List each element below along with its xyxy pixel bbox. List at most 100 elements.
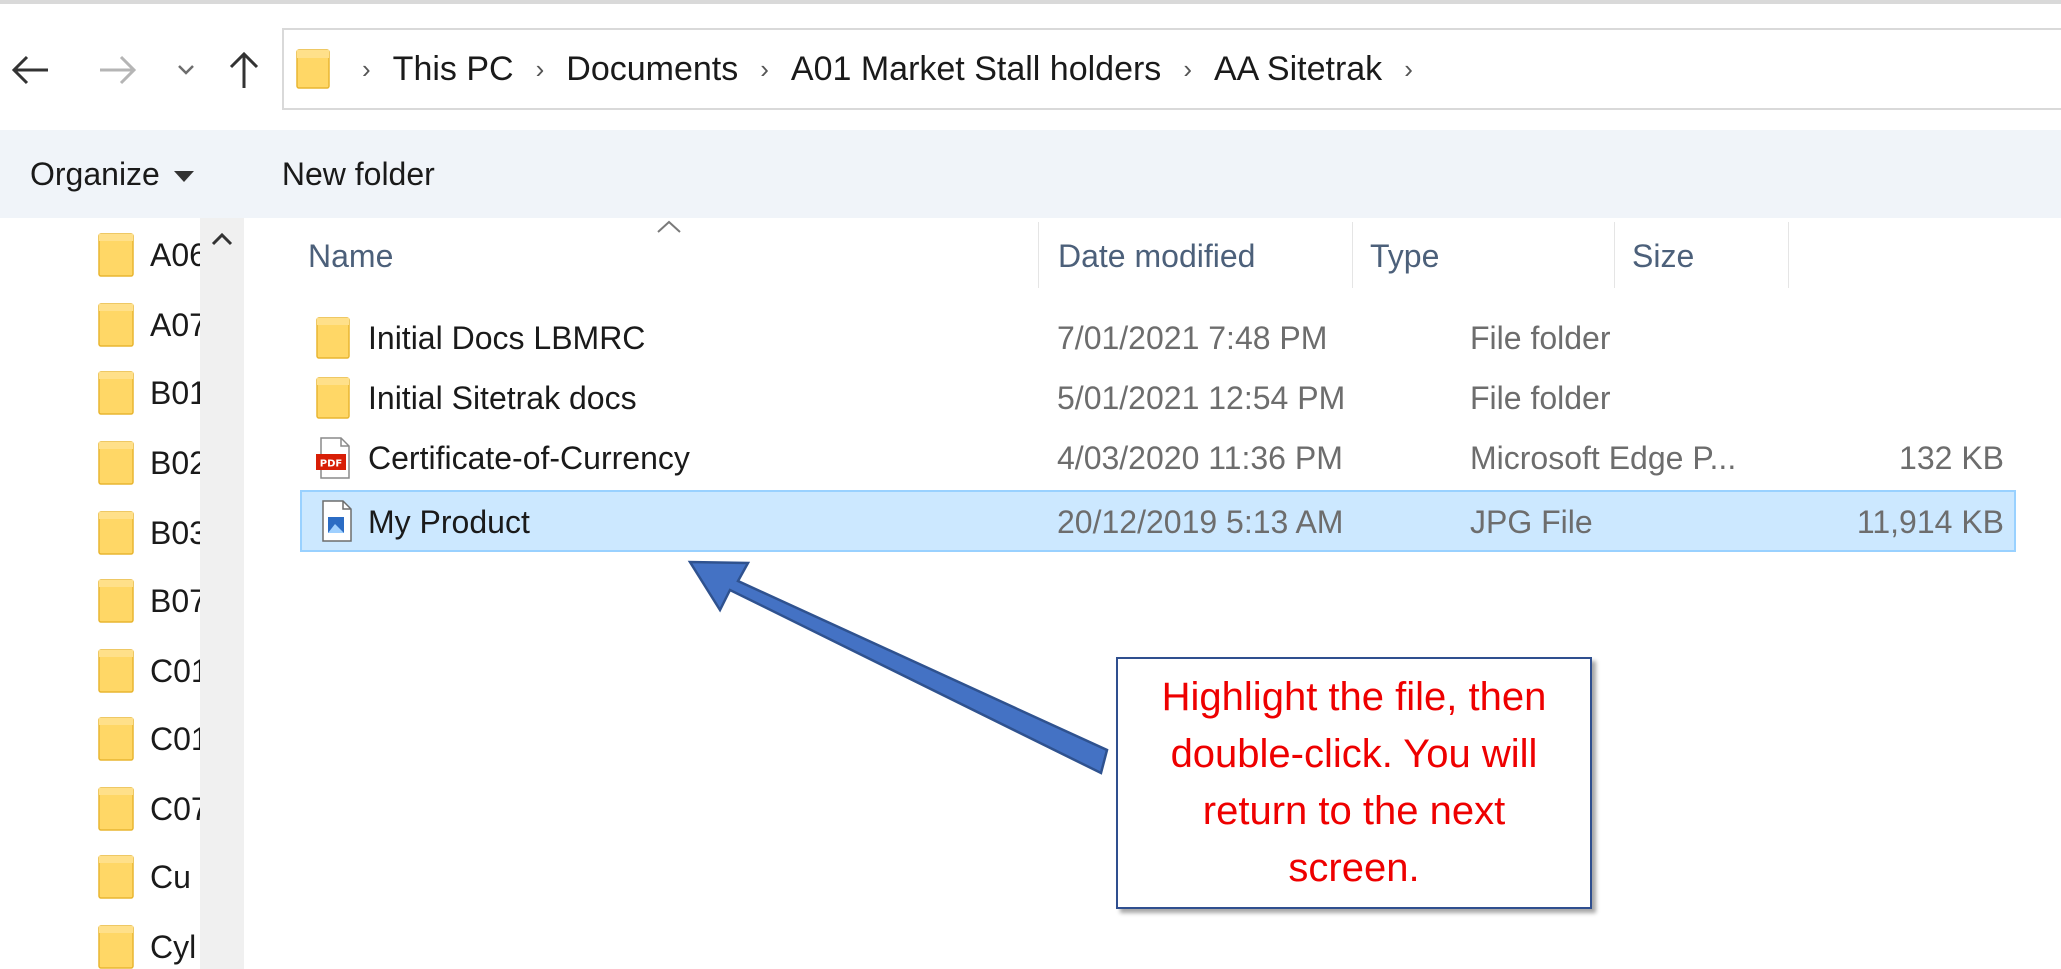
folder-icon <box>98 787 134 831</box>
chevron-down-icon <box>178 65 194 75</box>
nav-item[interactable]: B03 <box>98 508 200 558</box>
file-type: File folder <box>1470 379 1611 416</box>
navigation-scrollbar[interactable] <box>200 218 244 969</box>
up-button[interactable] <box>218 44 270 96</box>
image-file-icon <box>322 500 352 542</box>
new-folder-button[interactable]: New folder <box>282 156 435 193</box>
file-size: 11,914 KB <box>1856 503 2004 540</box>
nav-item-label: A06 <box>150 236 200 273</box>
back-arrow-icon <box>11 55 48 85</box>
nav-item[interactable]: C01 <box>98 714 200 764</box>
folder-icon <box>98 303 134 347</box>
nav-item-label: C01 <box>150 720 200 757</box>
chevron-right-icon: › <box>362 53 371 84</box>
recent-locations-button[interactable] <box>160 44 212 96</box>
column-header-size-label: Size <box>1632 237 1695 274</box>
breadcrumb-documents[interactable]: Documents <box>566 50 738 89</box>
nav-item[interactable]: A07 <box>98 300 200 350</box>
nav-item[interactable]: Cu <box>98 852 200 902</box>
file-type: File folder <box>1470 319 1611 356</box>
nav-item[interactable]: C07 <box>98 784 200 834</box>
svg-text:PDF: PDF <box>320 459 342 470</box>
file-size <box>1840 310 2004 366</box>
command-bar: Organize New folder <box>0 130 2061 218</box>
instruction-callout: Highlight the file, then double-click. Y… <box>1116 657 1592 909</box>
folder-icon <box>98 579 134 623</box>
folder-icon <box>316 377 350 419</box>
column-header-date[interactable]: Date modified <box>1058 218 1348 294</box>
file-type: Microsoft Edge P... <box>1470 439 1737 476</box>
folder-icon <box>98 855 134 899</box>
folder-icon <box>98 233 134 277</box>
nav-item[interactable]: B01 <box>98 368 200 418</box>
column-divider[interactable] <box>1352 222 1353 288</box>
forward-button[interactable] <box>92 44 144 96</box>
nav-item[interactable]: A06 <box>98 230 200 280</box>
nav-item[interactable]: B07 <box>98 576 200 626</box>
folder-icon <box>98 371 134 415</box>
nav-item-label: B07 <box>150 582 200 619</box>
folder-icon <box>98 511 134 555</box>
nav-item-label: B03 <box>150 514 200 551</box>
nav-item-label: B01 <box>150 374 200 411</box>
column-header-size[interactable]: Size <box>1632 218 1782 294</box>
file-size: 132 KB <box>1899 439 2004 476</box>
column-header-type-label: Type <box>1370 237 1440 274</box>
address-row: › This PC › Documents › A01 Market Stall… <box>0 0 2061 134</box>
file-row[interactable]: Initial Docs LBMRC 7/01/2021 7:48 PM Fil… <box>300 310 2016 366</box>
caret-down-icon <box>173 170 194 182</box>
breadcrumb-this-pc[interactable]: This PC <box>393 50 514 89</box>
breadcrumb-aa-sitetrak[interactable]: AA Sitetrak <box>1214 50 1382 89</box>
file-name: Certificate-of-Currency <box>368 439 690 476</box>
nav-item[interactable]: C01 <box>98 646 200 696</box>
folder-icon <box>296 49 330 89</box>
nav-item-label: Cu <box>150 858 191 895</box>
address-bar[interactable]: › This PC › Documents › A01 Market Stall… <box>282 28 2061 110</box>
column-header-name-label: Name <box>308 237 394 274</box>
nav-item[interactable]: Cyl <box>98 922 200 969</box>
file-name: My Product <box>368 503 530 540</box>
column-divider[interactable] <box>1038 222 1039 288</box>
scroll-up-icon[interactable] <box>210 228 234 252</box>
forward-arrow-icon <box>100 55 137 85</box>
file-row[interactable]: PDF Certificate-of-Currency 4/03/2020 11… <box>300 430 2016 486</box>
file-row-selected[interactable]: My Product 20/12/2019 5:13 AM JPG File 1… <box>300 490 2016 552</box>
column-divider[interactable] <box>1614 222 1615 288</box>
nav-item-label: C01 <box>150 652 200 689</box>
folder-icon <box>98 441 134 485</box>
nav-item-label: C07 <box>150 790 200 827</box>
chevron-right-icon[interactable]: › <box>760 54 769 85</box>
file-row[interactable]: Initial Sitetrak docs 5/01/2021 12:54 PM… <box>300 370 2016 426</box>
folder-icon <box>98 717 134 761</box>
file-name: Initial Sitetrak docs <box>368 379 637 416</box>
back-button[interactable] <box>4 44 56 96</box>
nav-item-label: A07 <box>150 306 200 343</box>
nav-item-label: B02 <box>150 444 200 481</box>
breadcrumb-market-stall-holders[interactable]: A01 Market Stall holders <box>791 50 1161 89</box>
pdf-icon: PDF <box>316 437 350 479</box>
nav-item[interactable]: B02 <box>98 438 200 488</box>
column-header-type[interactable]: Type <box>1370 218 1610 294</box>
organize-label: Organize <box>30 155 160 192</box>
up-arrow-icon <box>229 51 259 88</box>
file-date: 5/01/2021 12:54 PM <box>1057 379 1346 416</box>
column-header-name[interactable]: Name <box>308 218 1008 294</box>
file-open-dialog: › This PC › Documents › A01 Market Stall… <box>0 0 2061 969</box>
folder-icon <box>98 925 134 969</box>
column-divider[interactable] <box>1788 222 1789 288</box>
file-date: 20/12/2019 5:13 AM <box>1057 503 1344 540</box>
file-date: 7/01/2021 7:48 PM <box>1057 319 1328 356</box>
file-type: JPG File <box>1470 503 1593 540</box>
chevron-right-icon[interactable]: › <box>1404 54 1413 85</box>
file-size <box>1840 370 2004 426</box>
nav-item-label: Cyl <box>150 928 197 965</box>
folder-icon <box>316 317 350 359</box>
chevron-right-icon[interactable]: › <box>1183 54 1192 85</box>
file-date: 4/03/2020 11:36 PM <box>1057 439 1343 476</box>
instruction-text: Highlight the file, then double-click. Y… <box>1161 675 1547 890</box>
chevron-right-icon[interactable]: › <box>536 54 545 85</box>
file-name: Initial Docs LBMRC <box>368 319 646 356</box>
organize-button[interactable]: Organize <box>30 156 194 193</box>
column-header-date-label: Date modified <box>1058 237 1256 274</box>
folder-icon <box>98 649 134 693</box>
